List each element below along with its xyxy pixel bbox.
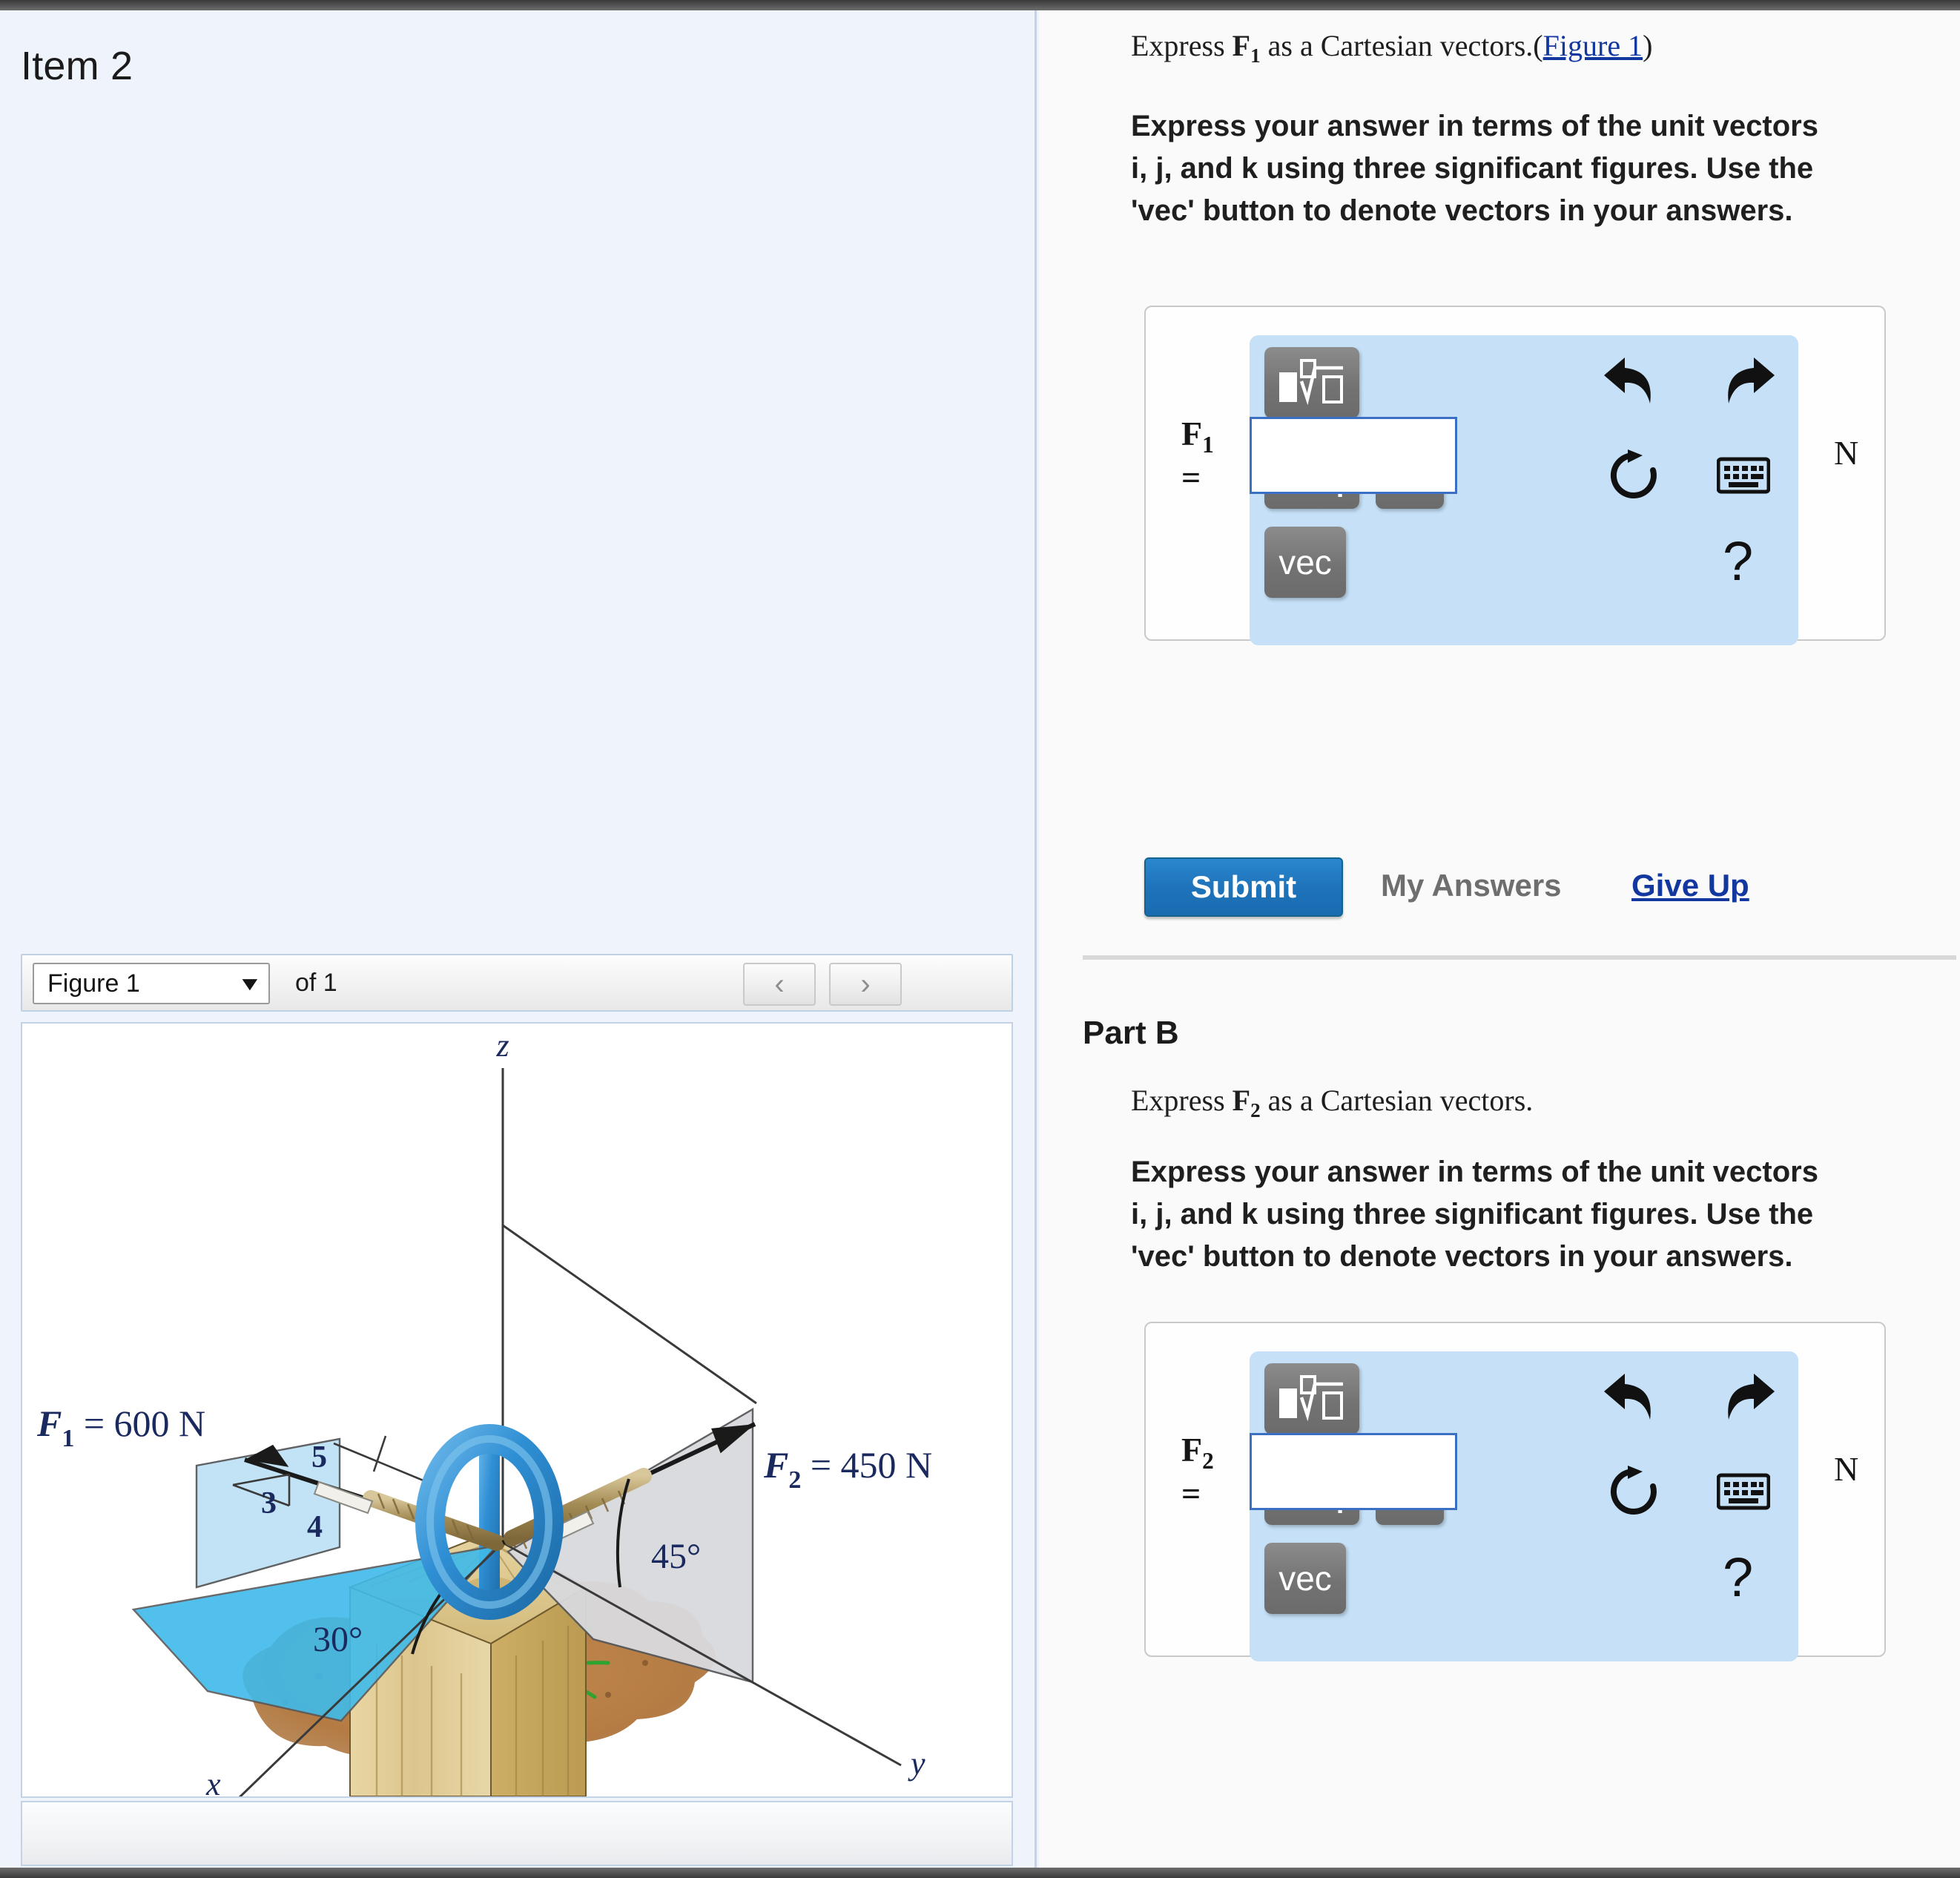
part-a-give-up-link[interactable]: Give Up — [1631, 868, 1749, 903]
undo-arrow-icon — [1604, 1374, 1651, 1420]
slope-label-4: 4 — [307, 1510, 323, 1544]
part-a-answer-input[interactable] — [1250, 417, 1457, 494]
part-b-answer-symbol: F — [1181, 1431, 1203, 1469]
part-a-answer-sub: 1 — [1202, 432, 1214, 458]
chevron-left-icon: ‹ — [774, 967, 785, 1001]
on-screen-keyboard-icon — [1716, 1473, 1771, 1510]
part-a-question-prefix: Express — [1131, 29, 1233, 62]
part-a-answer-unit: N — [1834, 434, 1859, 472]
force-label-f1: F1 = 600 N — [36, 1403, 205, 1452]
part-b-answer-label: F2 = — [1181, 1433, 1214, 1511]
figure-1-link[interactable]: Figure 1 — [1543, 29, 1643, 62]
axis-label-z: z — [495, 1027, 509, 1064]
refresh-circle-icon — [1610, 1466, 1657, 1515]
axis-label-y: y — [908, 1745, 925, 1782]
on-screen-keyboard-icon — [1716, 457, 1771, 494]
undo-arrow-icon — [1604, 358, 1651, 403]
part-a-my-answers-link[interactable]: My Answers — [1381, 868, 1562, 903]
figure-select-value: Figure 1 — [47, 969, 140, 998]
part-b-answer-unit: N — [1834, 1450, 1859, 1488]
page-title: Item 2 — [21, 44, 133, 88]
square-root-icon — [1279, 1375, 1343, 1422]
previous-figure-button[interactable]: ‹ — [743, 963, 816, 1006]
refresh-icon[interactable] — [1604, 1463, 1663, 1533]
undo-icon[interactable] — [1598, 1368, 1662, 1440]
part-b-question: Express F2 as a Cartesian vectors. — [1131, 1081, 1932, 1124]
left-panel: Item 2 Figure 1 ▼ of 1 ‹ › z y x 5 3 4 4… — [0, 10, 1037, 1868]
part-a-question-sub: 1 — [1250, 45, 1261, 67]
vec-button[interactable]: vec — [1264, 527, 1346, 598]
redo-arrow-icon — [1728, 1374, 1775, 1420]
redo-icon[interactable] — [1717, 1368, 1781, 1440]
force-label-f2: F2 = 450 N — [763, 1444, 932, 1494]
part-b-question-mid: as a Cartesian vectors. — [1260, 1084, 1534, 1117]
part-a-instruction: Express your answer in terms of the unit… — [1131, 110, 1818, 227]
part-b-answer-card: ΑΣφ ⇅ vec — [1144, 1322, 1886, 1661]
part-a-answer-label: F1 = — [1181, 417, 1214, 495]
part-a-question: Express F1 as a Cartesian vectors.(Figur… — [1131, 27, 1932, 69]
angle-label-30: 30° — [313, 1620, 363, 1659]
next-figure-button[interactable]: › — [829, 963, 902, 1006]
slope-label-3: 3 — [261, 1486, 277, 1520]
figure-canvas[interactable]: z y x 5 3 4 45° 30° F1 = 600 N F2 = 450 … — [21, 1022, 1013, 1798]
undo-icon[interactable] — [1598, 352, 1662, 424]
axis-label-x: x — [205, 1766, 221, 1796]
chevron-right-icon: › — [860, 967, 871, 1001]
slope-label-5: 5 — [311, 1440, 327, 1475]
refresh-icon[interactable] — [1604, 447, 1663, 517]
sqrt-template-button[interactable] — [1264, 347, 1359, 418]
vec-label: vec — [1278, 1559, 1332, 1598]
keyboard-icon[interactable] — [1716, 1470, 1771, 1521]
part-a-question-symbol: F — [1232, 29, 1251, 62]
part-b-instruction: Express your answer in terms of the unit… — [1131, 1156, 1818, 1273]
part-b-answer-sub: 2 — [1202, 1448, 1214, 1475]
keyboard-icon[interactable] — [1716, 454, 1771, 505]
part-b-heading: Part B — [1083, 1015, 1179, 1051]
help-question-mark: ? — [1723, 530, 1754, 592]
redo-arrow-icon — [1728, 358, 1775, 403]
part-a-submit-button[interactable]: Submit — [1144, 857, 1343, 917]
sqrt-template-button[interactable] — [1264, 1363, 1359, 1434]
square-root-icon — [1279, 359, 1343, 406]
part-a-answer-symbol: F — [1181, 415, 1203, 452]
part-b-answer-equals: = — [1181, 1475, 1201, 1513]
refresh-circle-icon — [1610, 449, 1657, 498]
help-icon[interactable]: ? — [1723, 530, 1753, 593]
part-a-question-suffix: ) — [1643, 29, 1653, 62]
eyebolt-shank — [479, 1436, 500, 1611]
window-top-bar — [0, 0, 1960, 10]
part-b-question-prefix: Express — [1131, 1084, 1233, 1117]
help-question-mark: ? — [1723, 1546, 1754, 1608]
part-b-answer-input[interactable] — [1250, 1433, 1457, 1510]
part-b-question-sub: 2 — [1250, 1099, 1261, 1121]
rope-f1 — [313, 1480, 505, 1551]
part-a-answer-card: ΑΣφ ⇅ vec — [1144, 306, 1886, 645]
figure-footer-bar — [21, 1801, 1013, 1866]
part-a-question-mid: as a Cartesian vectors.( — [1260, 29, 1543, 62]
help-icon[interactable]: ? — [1723, 1546, 1753, 1609]
part-b-question-symbol: F — [1232, 1084, 1251, 1117]
figure-count-label: of 1 — [295, 969, 337, 997]
physics-diagram: z y x 5 3 4 45° 30° F1 = 600 N F2 = 450 … — [36, 1027, 932, 1796]
figure-selector-bar: Figure 1 ▼ of 1 ‹ › — [21, 954, 1013, 1012]
vec-button[interactable]: vec — [1264, 1543, 1346, 1614]
chevron-down-icon: ▼ — [237, 972, 263, 995]
angle-label-45: 45° — [651, 1537, 701, 1576]
vec-label: vec — [1278, 543, 1332, 581]
window-bottom-bar — [0, 1868, 1960, 1878]
section-divider — [1083, 955, 1956, 960]
redo-icon[interactable] — [1717, 352, 1781, 424]
figure-select-dropdown[interactable]: Figure 1 ▼ — [33, 963, 270, 1004]
part-a-answer-equals: = — [1181, 458, 1201, 497]
